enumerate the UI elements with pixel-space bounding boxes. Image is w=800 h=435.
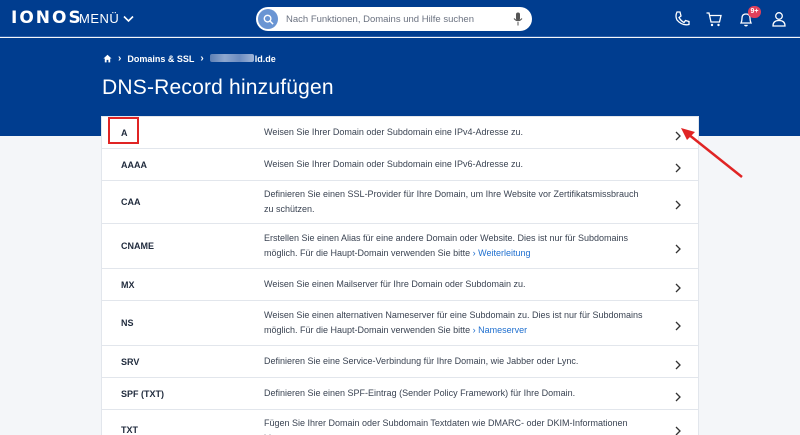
record-description: Weisen Sie einen Mailserver für Ihre Dom… [264,279,526,289]
record-description: Definieren Sie einen SSL-Provider für Ih… [264,189,639,214]
breadcrumb-separator: › [118,53,122,64]
search-bar [256,7,532,31]
chevron-down-icon [123,15,134,22]
annotation-arrow-icon [681,128,743,178]
record-type: CAA [121,197,141,207]
chevron-right-icon [674,318,682,331]
record-description: Fügen Sie Ihrer Domain oder Subdomain Te… [264,418,628,435]
menu-button[interactable]: MENÜ [79,11,134,26]
record-description: Weisen Sie Ihrer Domain oder Subdomain e… [264,127,523,137]
dns-record-type-list: A Weisen Sie Ihrer Domain oder Subdomain… [101,116,699,435]
weiterleitung-link-label: Weiterleitung [478,248,531,258]
home-icon[interactable] [103,54,112,63]
record-row-ns[interactable]: NS Weisen Sie einen alternativen Nameser… [102,301,698,346]
record-type: SPF (TXT) [121,388,164,399]
chevron-right-icon [674,197,682,210]
record-type: SRV [121,356,140,367]
breadcrumb-domain[interactable]: ld.de [209,53,276,64]
breadcrumb: › Domains & SSL › ld.de [103,53,276,64]
user-icon[interactable] [770,10,788,28]
nameserver-link-label: Nameserver [478,325,528,335]
record-type: TXT [121,425,138,435]
record-row-spf[interactable]: SPF (TXT) Definieren Sie einen SPF-Eintr… [102,378,698,410]
search-icon[interactable] [258,9,278,29]
record-description: Definieren Sie einen SPF-Eintrag (Sender… [264,388,576,398]
page-title: DNS-Record hinzufügen [102,76,334,99]
menu-label: MENÜ [79,11,120,26]
record-row-caa[interactable]: CAA Definieren Sie einen SSL-Provider fü… [102,181,698,224]
breadcrumb-separator: › [200,53,204,64]
record-type: CNAME [121,241,154,251]
breadcrumb-domain-suffix: ld.de [254,53,276,64]
chevron-right-icon [674,357,682,369]
record-description: Erstellen Sie einen Alias für eine ander… [264,231,644,261]
record-type: MX [121,279,135,290]
notification-badge: 9+ [748,6,761,18]
chevron-right-icon [674,389,682,401]
chevron-right-icon [674,423,682,435]
record-row-mx[interactable]: MX Weisen Sie einen Mailserver für Ihre … [102,269,698,301]
microphone-icon[interactable] [513,12,523,26]
top-navigation: IONOS MENÜ 9+ [0,0,800,37]
record-type: AAAA [121,159,147,170]
record-description-text: Weisen Sie einen alternativen Nameserver… [264,310,643,335]
record-row-a[interactable]: A Weisen Sie Ihrer Domain oder Subdomain… [102,117,698,149]
cart-icon[interactable] [705,10,723,28]
nameserver-link[interactable]: › Nameserver [473,325,528,335]
record-description: Definieren Sie eine Service-Verbindung f… [264,356,579,366]
highlight-box [108,117,139,144]
chevron-right-icon [674,280,682,292]
search-input[interactable] [286,11,506,27]
record-description: Weisen Sie einen alternativen Nameserver… [264,308,644,338]
record-row-aaaa[interactable]: AAAA Weisen Sie Ihrer Domain oder Subdom… [102,149,698,181]
breadcrumb-domains-ssl[interactable]: Domains & SSL [127,54,194,64]
phone-icon[interactable] [673,10,691,28]
record-row-srv[interactable]: SRV Definieren Sie eine Service-Verbindu… [102,346,698,378]
ionos-logo[interactable]: IONOS [11,8,83,28]
redacted-text [209,53,254,62]
record-row-cname[interactable]: CNAME Erstellen Sie einen Alias für eine… [102,224,698,269]
record-description: Weisen Sie Ihrer Domain oder Subdomain e… [264,159,523,169]
weiterleitung-link[interactable]: › Weiterleitung [473,248,531,258]
record-type: NS [121,318,134,328]
record-row-txt[interactable]: TXT Fügen Sie Ihrer Domain oder Subdomai… [102,410,698,435]
record-description-text: Erstellen Sie einen Alias für eine ander… [264,233,629,258]
chevron-right-icon [674,241,682,254]
